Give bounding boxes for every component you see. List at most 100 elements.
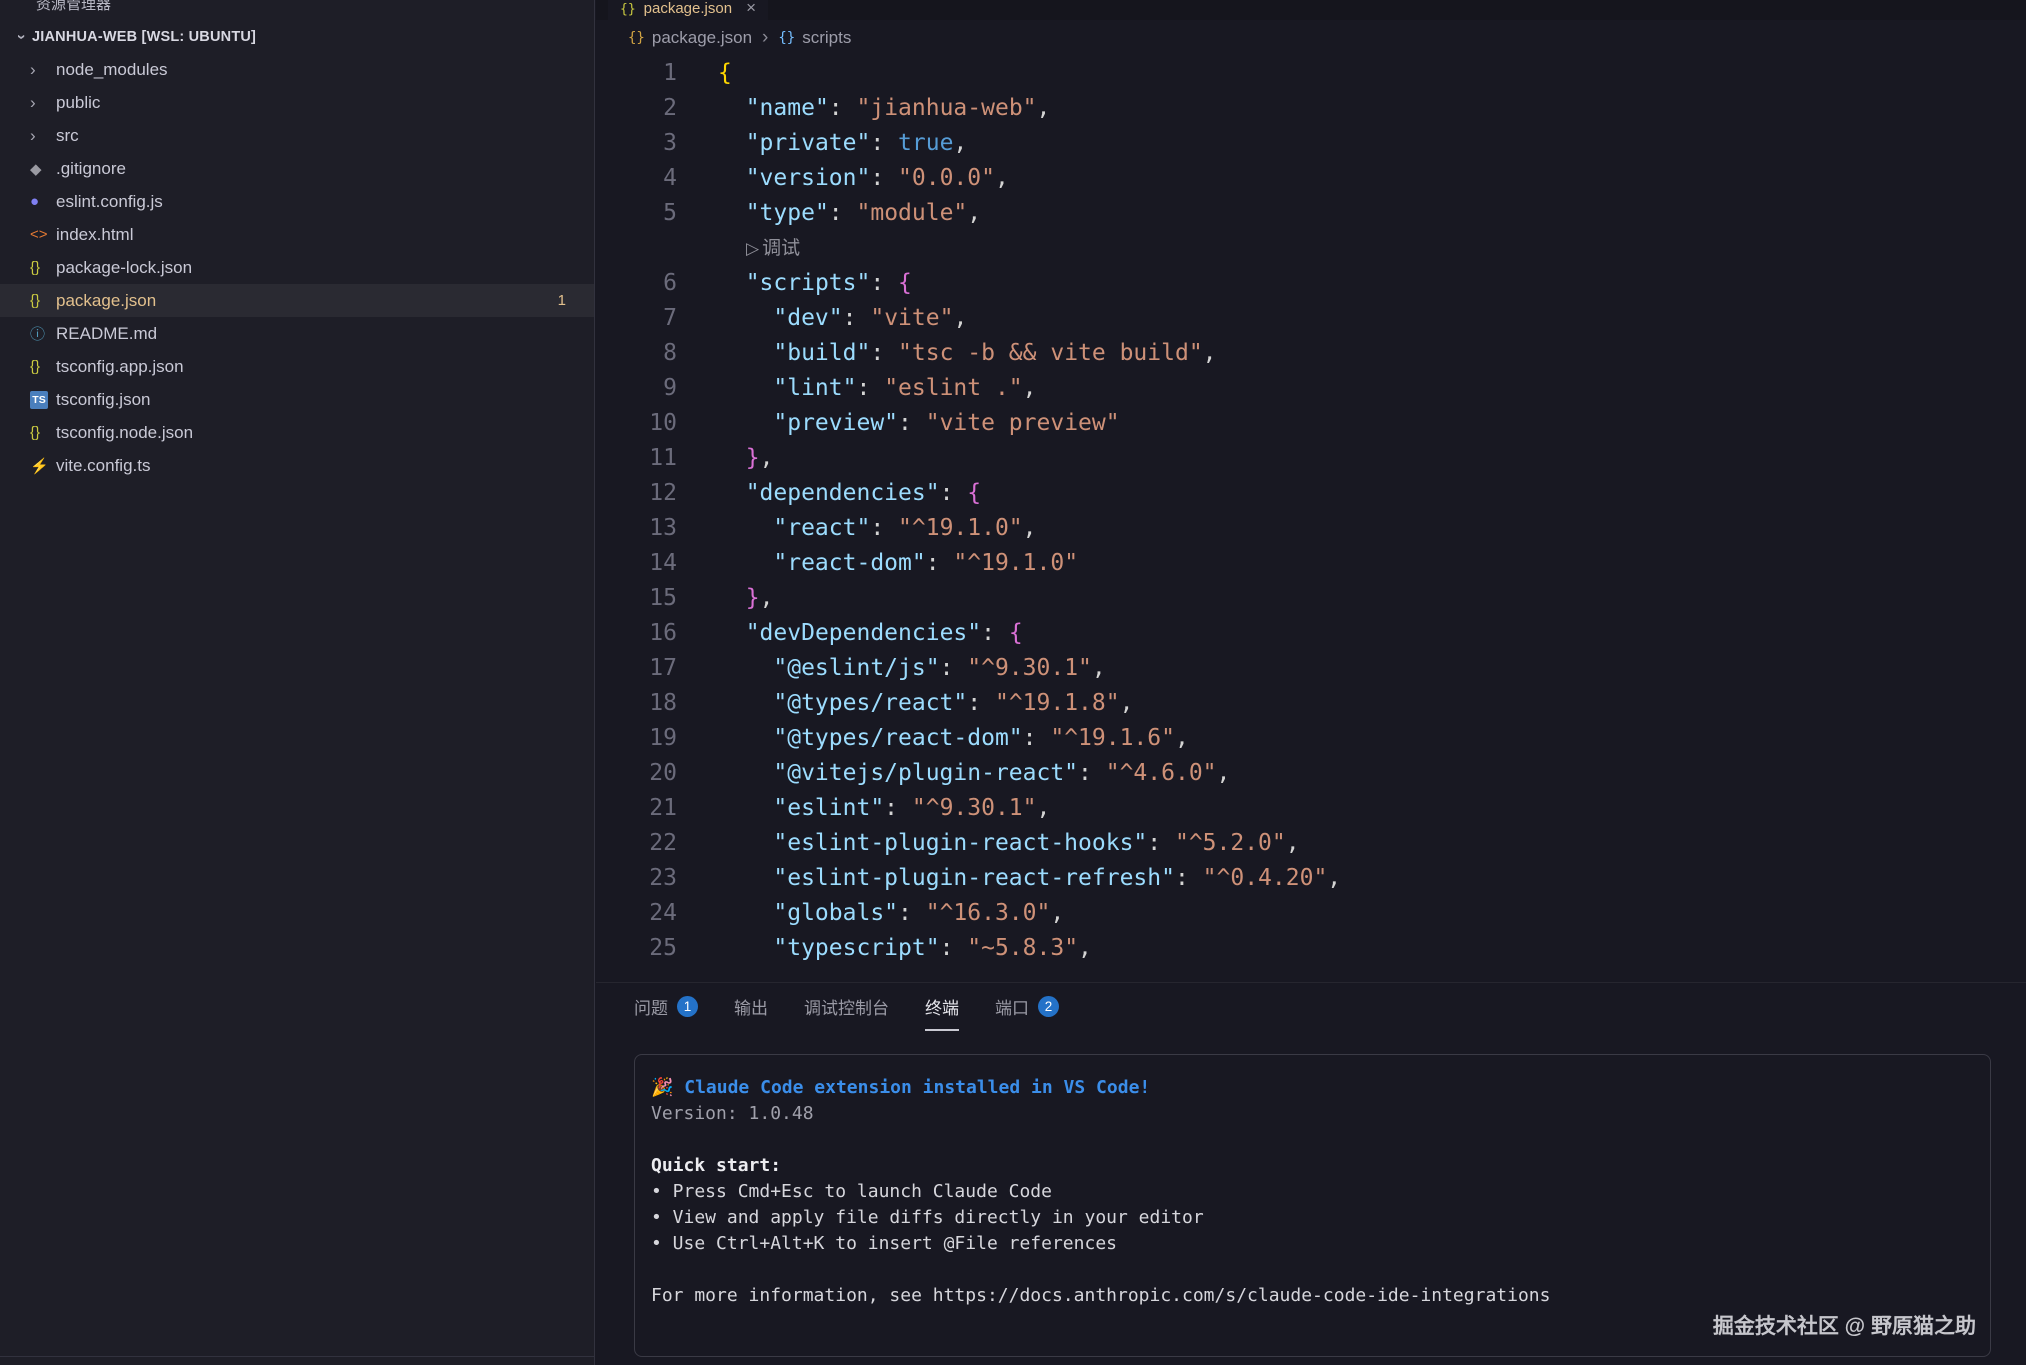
code-editor[interactable]: 1{2 "name": "jianhua-web",3 "private": t… xyxy=(596,56,2026,982)
outline-section-header[interactable]: › 大纲 xyxy=(0,1356,594,1365)
panel-tab-ports[interactable]: 端口2 xyxy=(995,983,1059,1031)
code-line[interactable]: 11 }, xyxy=(596,441,2026,476)
breadcrumb-item-file[interactable]: {} package.json xyxy=(628,28,752,48)
breadcrumb-item-scripts[interactable]: {} scripts xyxy=(778,28,851,48)
json-file-icon: {} xyxy=(620,2,636,17)
code-line[interactable]: 22 "eslint-plugin-react-hooks": "^5.2.0"… xyxy=(596,826,2026,861)
terminal-line: 🎉 Claude Code extension installed in VS … xyxy=(651,1075,1972,1101)
file-label: vite.config.ts xyxy=(56,456,151,476)
file-label: tsconfig.json xyxy=(56,390,151,410)
code-line[interactable]: 7 "dev": "vite", xyxy=(596,301,2026,336)
code-line[interactable]: 8 "build": "tsc -b && vite build", xyxy=(596,336,2026,371)
file-label: src xyxy=(56,126,79,146)
project-root-row[interactable]: › JIANHUA-WEB [WSL: UBUNTU] xyxy=(0,20,594,53)
file-row-vite.config.ts[interactable]: ⚡vite.config.ts xyxy=(0,449,594,482)
line-number: 22 xyxy=(596,826,677,861)
line-number: 10 xyxy=(596,406,677,441)
folder-row-public[interactable]: ›public xyxy=(0,86,594,119)
code-line[interactable]: 20 "@vitejs/plugin-react": "^4.6.0", xyxy=(596,756,2026,791)
code-line[interactable]: 14 "react-dom": "^19.1.0" xyxy=(596,546,2026,581)
json-file-icon: {} xyxy=(30,292,56,309)
panel-tab-bar: 问题1 输出调试控制台终端端口2 xyxy=(596,983,2026,1031)
tab-package-json[interactable]: {} package.json × xyxy=(608,0,768,20)
html-file-icon: <> xyxy=(30,226,56,243)
line-number: 14 xyxy=(596,546,677,581)
code-line[interactable]: 10 "preview": "vite preview" xyxy=(596,406,2026,441)
code-line[interactable]: 19 "@types/react-dom": "^19.1.6", xyxy=(596,721,2026,756)
file-row-eslint.config.js[interactable]: ●eslint.config.js xyxy=(0,185,594,218)
code-line[interactable]: 5 "type": "module", xyxy=(596,196,2026,231)
breadcrumb-file-label: package.json xyxy=(652,28,752,48)
code-line[interactable]: 1{ xyxy=(596,56,2026,91)
code-line[interactable]: 6 "scripts": { xyxy=(596,266,2026,301)
code-text: "eslint": "^9.30.1", xyxy=(677,791,1050,826)
code-line[interactable]: 15 }, xyxy=(596,581,2026,616)
code-text: "dev": "vite", xyxy=(677,301,967,336)
code-text: "eslint-plugin-react-hooks": "^5.2.0", xyxy=(677,826,1300,861)
terminal-line: • Use Ctrl+Alt+K to insert @File referen… xyxy=(651,1231,1972,1257)
panel-tab-problems[interactable]: 问题1 xyxy=(634,983,698,1031)
code-line[interactable]: 12 "dependencies": { xyxy=(596,476,2026,511)
chevron-right-icon: › xyxy=(30,126,56,146)
code-line[interactable]: 18 "@types/react": "^19.1.8", xyxy=(596,686,2026,721)
chevron-right-icon: › xyxy=(30,60,56,80)
code-text: }, xyxy=(677,581,773,616)
file-row-index.html[interactable]: <>index.html xyxy=(0,218,594,251)
file-row-package.json[interactable]: {}package.json1 xyxy=(0,284,594,317)
code-line[interactable]: 16 "devDependencies": { xyxy=(596,616,2026,651)
code-line[interactable]: 2 "name": "jianhua-web", xyxy=(596,91,2026,126)
code-text: "version": "0.0.0", xyxy=(677,161,1009,196)
editor-tab-bar: {} package.json × xyxy=(596,0,2026,20)
panel-tab-debug-console[interactable]: 调试控制台 xyxy=(804,983,889,1031)
git-file-icon: ◆ xyxy=(30,160,56,178)
json-file-icon: {} xyxy=(30,358,56,375)
code-line[interactable]: 24 "globals": "^16.3.0", xyxy=(596,896,2026,931)
line-number: 11 xyxy=(596,441,677,476)
code-line[interactable]: 9 "lint": "eslint .", xyxy=(596,371,2026,406)
code-line[interactable]: 17 "@eslint/js": "^9.30.1", xyxy=(596,651,2026,686)
file-label: package-lock.json xyxy=(56,258,192,278)
file-row-tsconfig.app.json[interactable]: {}tsconfig.app.json xyxy=(0,350,594,383)
line-number xyxy=(596,231,677,266)
watermark: 掘金技术社区 @ 野原猫之助 xyxy=(1713,1310,1976,1340)
debug-codelens[interactable]: ▷调试 xyxy=(746,231,800,266)
code-line[interactable]: 21 "eslint": "^9.30.1", xyxy=(596,791,2026,826)
line-number: 21 xyxy=(596,791,677,826)
line-number: 7 xyxy=(596,301,677,336)
panel-tab-badge: 1 xyxy=(677,996,698,1017)
line-number: 4 xyxy=(596,161,677,196)
chevron-down-icon: › xyxy=(12,26,30,48)
code-line[interactable]: 3 "private": true, xyxy=(596,126,2026,161)
code-text: "@types/react-dom": "^19.1.6", xyxy=(677,721,1189,756)
file-row-tsconfig.json[interactable]: TStsconfig.json xyxy=(0,383,594,416)
panel-tab-output[interactable]: 输出 xyxy=(734,983,768,1031)
line-number: 16 xyxy=(596,616,677,651)
breadcrumb: {} package.json › {} scripts xyxy=(596,20,2026,56)
file-row-package-lock.json[interactable]: {}package-lock.json xyxy=(0,251,594,284)
code-text: "name": "jianhua-web", xyxy=(677,91,1050,126)
code-line[interactable]: 13 "react": "^19.1.0", xyxy=(596,511,2026,546)
play-icon: ▷ xyxy=(746,239,759,258)
file-label: README.md xyxy=(56,324,157,344)
file-tree: ›node_modules›public›src◆.gitignore●esli… xyxy=(0,53,594,482)
panel-tab-terminal[interactable]: 终端 xyxy=(925,983,959,1031)
code-line[interactable]: 4 "version": "0.0.0", xyxy=(596,161,2026,196)
code-line[interactable]: 23 "eslint-plugin-react-refresh": "^0.4.… xyxy=(596,861,2026,896)
line-number: 9 xyxy=(596,371,677,406)
file-row-README.md[interactable]: ⓘREADME.md xyxy=(0,317,594,350)
close-icon[interactable]: × xyxy=(746,0,756,18)
terminal-line: Quick start: xyxy=(651,1153,1972,1179)
code-text: "lint": "eslint .", xyxy=(677,371,1037,406)
code-line[interactable]: 25 "typescript": "~5.8.3", xyxy=(596,931,2026,966)
folder-row-node_modules[interactable]: ›node_modules xyxy=(0,53,594,86)
file-row-.gitignore[interactable]: ◆.gitignore xyxy=(0,152,594,185)
terminal-line: For more information, see https://docs.a… xyxy=(651,1283,1972,1309)
file-row-tsconfig.node.json[interactable]: {}tsconfig.node.json xyxy=(0,416,594,449)
object-symbol-icon: {} xyxy=(778,30,795,46)
terminal-content[interactable]: 🎉 Claude Code extension installed in VS … xyxy=(635,1055,1990,1309)
folder-row-src[interactable]: ›src xyxy=(0,119,594,152)
code-lines: 1{2 "name": "jianhua-web",3 "private": t… xyxy=(596,56,2026,966)
file-label: public xyxy=(56,93,100,113)
file-label: tsconfig.node.json xyxy=(56,423,193,443)
line-number: 20 xyxy=(596,756,677,791)
